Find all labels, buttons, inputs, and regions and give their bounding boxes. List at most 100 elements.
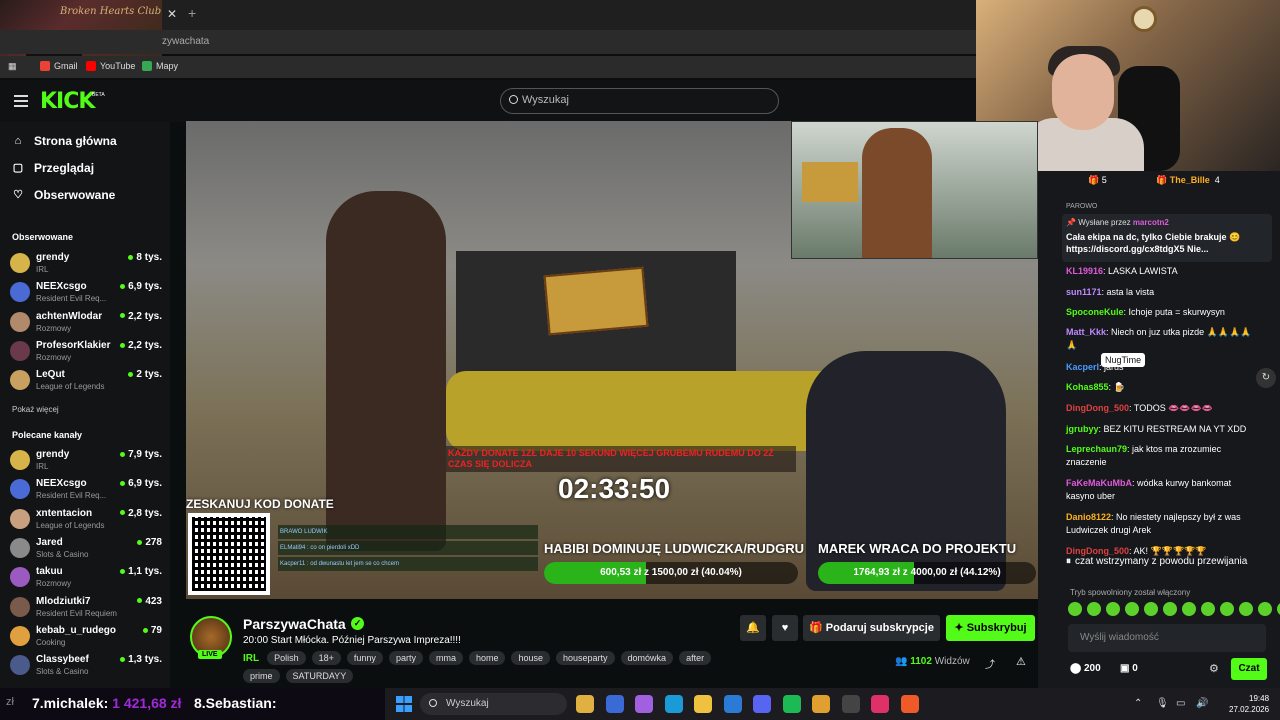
- tiktok-icon[interactable]: [871, 695, 889, 713]
- report-icon[interactable]: ⚠: [1016, 655, 1026, 668]
- folder-icon[interactable]: [694, 695, 712, 713]
- channel-name[interactable]: ParszywaChata: [243, 616, 346, 632]
- category-link[interactable]: IRL: [243, 653, 259, 664]
- apps-icon[interactable]: ▦: [8, 61, 17, 72]
- pinned-message[interactable]: 📌 Wysłane przez marcotn2 Cała ekipa na d…: [1062, 214, 1272, 262]
- chat-username[interactable]: KL19916: [1066, 266, 1103, 276]
- sidebar-channel-xntentacion[interactable]: xntentacion League of Legends 2,8 tys.: [10, 506, 162, 532]
- sidebar-channel-Classybeef[interactable]: Classybeef Slots & Casino 1,3 tys.: [10, 652, 162, 678]
- site-header: [0, 80, 976, 122]
- nav-heart[interactable]: ♡ Obserwowane: [12, 188, 115, 202]
- brave-icon[interactable]: [900, 695, 919, 713]
- avatar: [10, 567, 30, 588]
- tag-prime[interactable]: prime: [243, 669, 280, 683]
- emote-icon[interactable]: [1106, 602, 1120, 616]
- tag-18[interactable]: 18+: [311, 651, 341, 665]
- sidebar-channel-grendy[interactable]: grendy IRL 7,9 tys.: [10, 447, 162, 473]
- file-explorer-icon[interactable]: [576, 695, 594, 713]
- obs-icon[interactable]: [841, 695, 860, 713]
- emote-icon[interactable]: [1220, 602, 1234, 616]
- sidebar-channel-NEEXcsgo[interactable]: NEEXcsgo Resident Evil Req... 6,9 tys.: [10, 476, 162, 502]
- chat-username[interactable]: Kohas855: [1066, 382, 1109, 392]
- chat-username[interactable]: Kacperl: [1066, 362, 1099, 372]
- emote-icon[interactable]: [1258, 602, 1272, 616]
- network-icon[interactable]: ▭: [1176, 698, 1185, 709]
- emote-icon[interactable]: [1163, 602, 1177, 616]
- sidebar-channel-kebab_u_rudego[interactable]: kebab_u_rudego Cooking 79: [10, 623, 162, 649]
- sidebar-channel-Jared[interactable]: Jared Slots & Casino 278: [10, 535, 162, 561]
- emote-icon[interactable]: [1201, 602, 1215, 616]
- spotify-icon[interactable]: [782, 695, 801, 713]
- follow-heart-icon[interactable]: ♥: [772, 615, 798, 641]
- tag-mma[interactable]: mma: [428, 651, 463, 665]
- emote-icon[interactable]: [1239, 602, 1253, 616]
- bookmark-maps[interactable]: Mapy: [142, 61, 178, 71]
- show-more-link[interactable]: Pokaż więcej: [12, 405, 59, 414]
- chat-username[interactable]: Matt_Kkk: [1066, 327, 1106, 337]
- tag-after[interactable]: after: [679, 651, 712, 665]
- bookmark-gmail[interactable]: Gmail: [40, 61, 78, 71]
- notification-bell-icon[interactable]: 🔔: [740, 615, 766, 641]
- emote-icon[interactable]: [1087, 602, 1101, 616]
- volume-icon[interactable]: 🔊: [1196, 698, 1208, 709]
- emote-icon[interactable]: [1144, 602, 1158, 616]
- new-tab-icon[interactable]: +: [188, 5, 196, 21]
- subscribe-button[interactable]: ✦ Subskrybuj: [946, 615, 1035, 641]
- emote-icon[interactable]: [1182, 602, 1196, 616]
- store-icon[interactable]: [605, 695, 624, 713]
- copilot-icon[interactable]: [635, 695, 653, 713]
- emote-icon[interactable]: [1068, 602, 1082, 616]
- tag-saturdayy[interactable]: SATURDAYY: [285, 669, 354, 683]
- chat-username[interactable]: sun1171: [1066, 287, 1102, 297]
- share-icon[interactable]: ⤴: [985, 656, 995, 671]
- edge-icon[interactable]: [664, 695, 683, 713]
- sidebar-channel-NEEXcsgo[interactable]: NEEXcsgo Resident Evil Req... 6,9 tys.: [10, 279, 162, 305]
- video-player[interactable]: KAŻDY DONATE 1ZŁ DAJE 10 SEKUND WIĘCEJ G…: [186, 121, 1038, 599]
- chat-username[interactable]: DingDong_500: [1066, 403, 1129, 413]
- chat-input[interactable]: Wyślij wiadomość: [1068, 624, 1266, 652]
- nav-browse[interactable]: ▢ Przeglądaj: [12, 161, 94, 175]
- address-bar[interactable]: [0, 30, 976, 54]
- tag-houseparty[interactable]: houseparty: [556, 651, 615, 665]
- close-tab-icon[interactable]: ✕: [164, 6, 180, 22]
- avatar: [10, 625, 30, 646]
- chat-username[interactable]: FaKeMaKuMbA: [1066, 478, 1132, 488]
- send-chat-button[interactable]: Czat: [1231, 658, 1267, 680]
- bookmark-youtube[interactable]: YouTube: [86, 61, 135, 71]
- tag-party[interactable]: party: [388, 651, 423, 665]
- sidebar-channel-achtenWlodar[interactable]: achtenWlodar Rozmowy 2,2 tys.: [10, 309, 162, 335]
- kick-logo[interactable]: KICK: [40, 89, 95, 114]
- chrome-icon[interactable]: [812, 695, 830, 713]
- mail-icon[interactable]: [723, 695, 742, 713]
- clock[interactable]: 19:48 27.02.2026: [1229, 693, 1269, 715]
- sidebar-channel-Mlodziutki7[interactable]: Mlodziutki7 Resident Evil Requiem 423: [10, 594, 162, 620]
- sidebar-channel-ProfesorKlakier[interactable]: ProfesorKlakier Rozmowy 2,2 tys.: [10, 338, 162, 364]
- sidebar-channel-grendy[interactable]: grendy IRL 8 tys.: [10, 250, 162, 276]
- emote-icon[interactable]: [1125, 602, 1139, 616]
- chevron-up-icon[interactable]: ⌃: [1134, 698, 1142, 709]
- taskbar-search[interactable]: Wyszukaj: [420, 693, 567, 715]
- gift-subs-button[interactable]: 🎁 Podaruj subskrypcje: [803, 615, 940, 641]
- sidebar-channel-takuu[interactable]: takuu Rozmowy 1,1 tys.: [10, 564, 162, 590]
- mic-icon[interactable]: 🎙: [1156, 698, 1169, 709]
- discord-icon[interactable]: [753, 695, 771, 713]
- chat-username[interactable]: Leprechaun79: [1066, 444, 1127, 454]
- tag-house[interactable]: house: [511, 651, 550, 665]
- nav-home[interactable]: ⌂ Strona główna: [12, 134, 117, 148]
- tag-home[interactable]: home: [468, 651, 506, 665]
- chest-counter[interactable]: ▣ 0: [1120, 663, 1138, 674]
- chat-username[interactable]: DingDong_500: [1066, 546, 1129, 556]
- chat-username[interactable]: SpoconeKule: [1066, 307, 1124, 317]
- search-input[interactable]: Wyszukaj: [522, 94, 569, 106]
- tag-domwka[interactable]: domówka: [620, 651, 674, 665]
- windows-start-icon[interactable]: [396, 696, 412, 712]
- menu-icon[interactable]: [14, 95, 28, 107]
- sidebar-channel-LeQut[interactable]: LeQut League of Legends 2 tys.: [10, 367, 162, 393]
- channel-points[interactable]: ⬤ 200: [1070, 663, 1101, 674]
- gear-icon[interactable]: ⚙: [1209, 662, 1219, 675]
- tag-funny[interactable]: funny: [346, 651, 383, 665]
- tag-polish[interactable]: Polish: [267, 651, 306, 665]
- live-dot-icon: [120, 451, 126, 457]
- chat-username[interactable]: jgrubyy: [1066, 424, 1099, 434]
- chat-username[interactable]: Danio8122: [1066, 512, 1111, 522]
